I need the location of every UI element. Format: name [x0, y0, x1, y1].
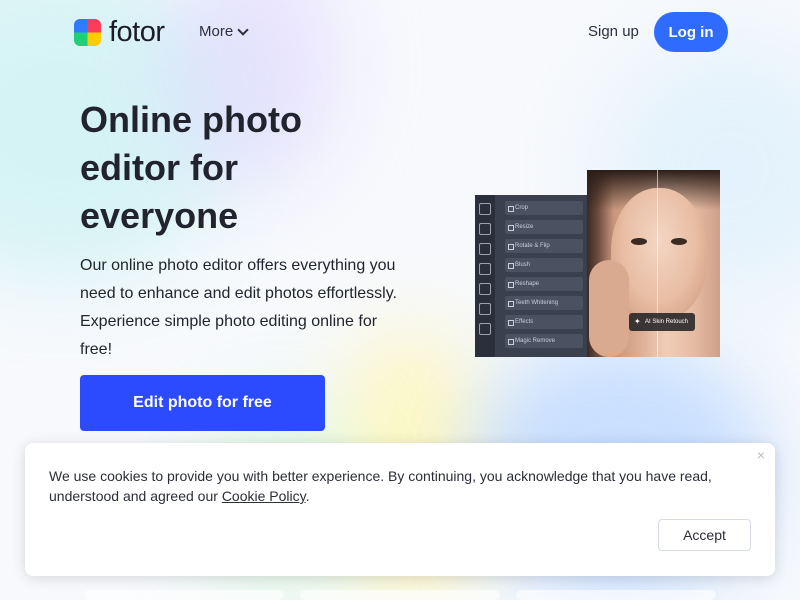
adjust-icon — [479, 223, 491, 235]
faded-card — [300, 590, 500, 600]
text-icon — [479, 323, 491, 335]
faded-card — [516, 590, 716, 600]
ai-skin-retouch-badge: AI Skin Retouch — [629, 313, 695, 331]
more-label: More — [199, 23, 234, 40]
fotor-logo[interactable]: fotor — [74, 16, 165, 48]
faded-card — [84, 590, 284, 600]
cookie-text: We use cookies to provide you with bette… — [49, 468, 712, 504]
top-nav: fotor More Sign up Log in — [0, 0, 800, 64]
photo-eye — [671, 238, 687, 245]
cookie-message: We use cookies to provide you with bette… — [49, 466, 754, 506]
editor-menu-item: Blush — [505, 258, 583, 272]
beauty-icon — [479, 243, 491, 255]
more-menu[interactable]: More — [199, 23, 249, 40]
eye-icon — [479, 263, 491, 275]
elements-icon — [479, 303, 491, 315]
cookie-text-end: . — [305, 488, 310, 504]
editor-menu-item: Reshape — [505, 277, 583, 291]
accept-button[interactable]: Accept — [658, 519, 751, 551]
edit-photo-button[interactable]: Edit photo for free — [80, 375, 325, 431]
editor-menu-item: Magic Remove — [505, 334, 583, 348]
portrait-photo: AI Skin Retouch — [587, 170, 720, 357]
editor-menu-item: Effects — [505, 315, 583, 329]
photo-eye — [631, 238, 647, 245]
editor-menu-item: Resize — [505, 220, 583, 234]
hero-title: Online photo editor for everyone — [80, 99, 302, 236]
grid-icon — [479, 203, 491, 215]
frame-icon — [479, 283, 491, 295]
cookie-banner: × We use cookies to provide you with bet… — [25, 443, 775, 576]
signup-link[interactable]: Sign up — [588, 23, 639, 40]
close-icon[interactable]: × — [757, 447, 765, 463]
hero-subtitle: Our online photo editor offers everythin… — [80, 257, 397, 358]
logo-text: fotor — [109, 16, 165, 48]
login-button[interactable]: Log in — [654, 12, 728, 52]
editor-preview-image: Crop Resize Rotate & Flip Blush Reshape … — [475, 170, 720, 357]
editor-menu-item: Crop — [505, 201, 583, 215]
photo-hand — [589, 260, 629, 357]
editor-toolbar — [475, 195, 495, 357]
chevron-down-icon — [237, 23, 249, 36]
editor-menu: Crop Resize Rotate & Flip Blush Reshape … — [495, 195, 587, 357]
editor-menu-item: Rotate & Flip — [505, 239, 583, 253]
logo-icon — [74, 18, 101, 46]
editor-menu-item: Teeth Whitening — [505, 296, 583, 310]
cookie-policy-link[interactable]: Cookie Policy — [222, 488, 306, 504]
